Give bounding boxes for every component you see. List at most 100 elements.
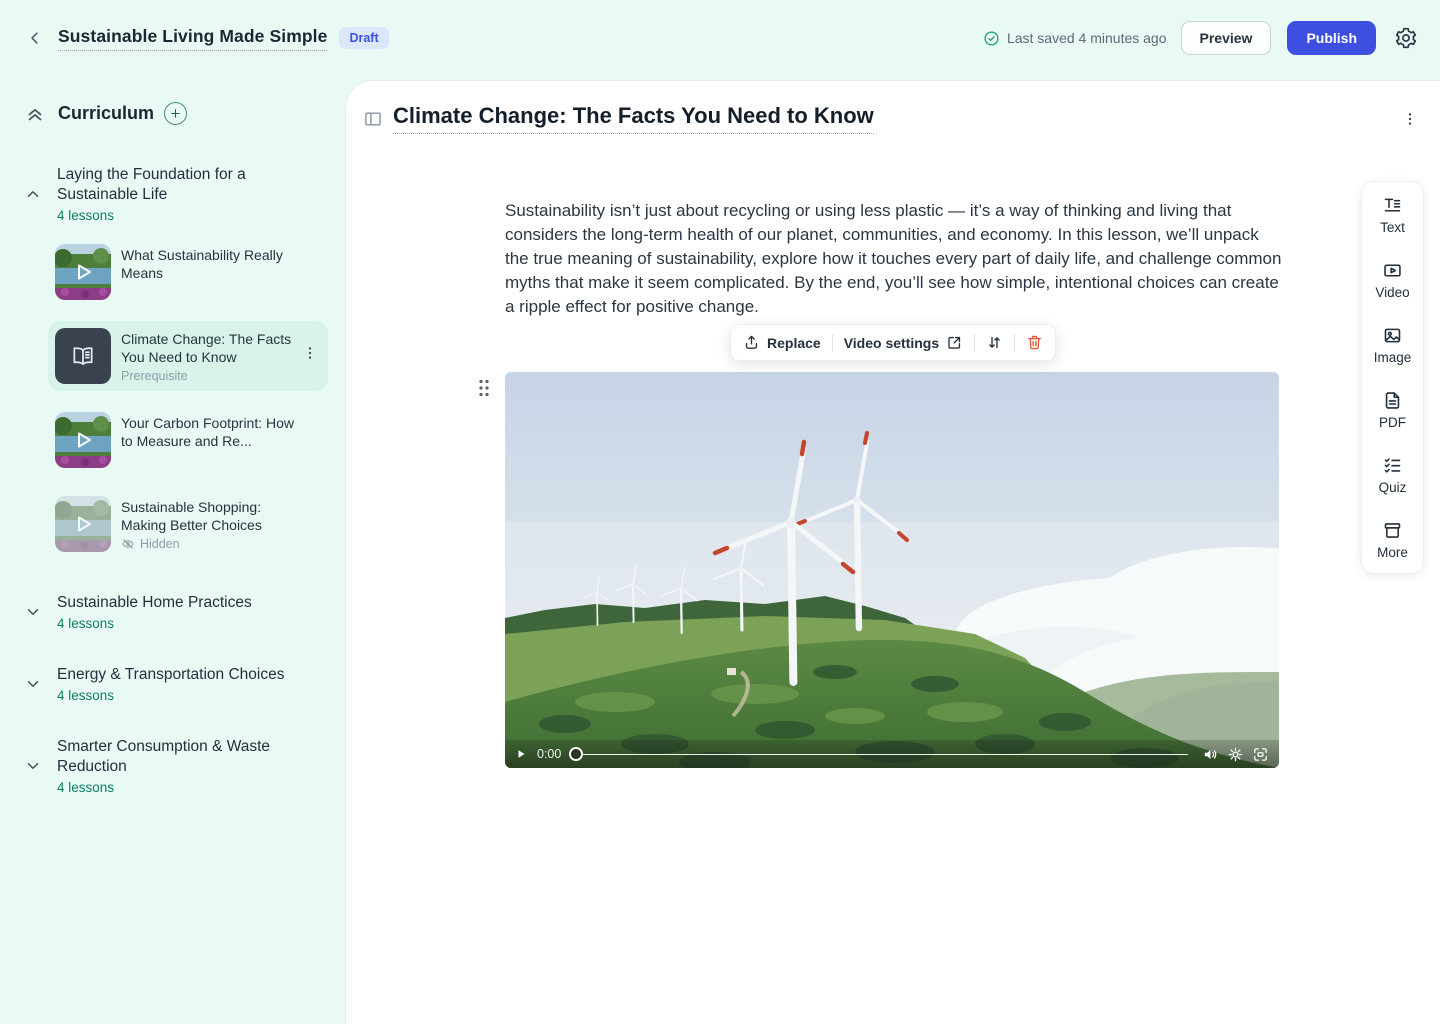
reorder-arrows-icon <box>986 334 1003 351</box>
lesson-menu-button[interactable] <box>302 345 318 361</box>
volume-button[interactable] <box>1202 746 1219 763</box>
play-icon <box>515 748 527 760</box>
lesson-reading-thumbnail <box>55 328 111 384</box>
section-header[interactable]: Sustainable Home Practices 4 lessons <box>0 593 345 631</box>
external-link-icon <box>946 334 963 351</box>
lesson-list: What Sustainability Really Means Climate… <box>0 237 345 559</box>
video-player[interactable]: 0:00 <box>505 372 1279 768</box>
section-title: Laying the Foundation for a Sustainable … <box>57 165 289 205</box>
save-status: Last saved 4 minutes ago <box>983 30 1167 47</box>
seek-bar[interactable] <box>569 747 1188 761</box>
lesson-subtitle: Prerequisite <box>121 369 299 383</box>
lesson-title: Sustainable Shopping: Making Better Choi… <box>121 498 299 534</box>
chevron-down-icon <box>24 603 42 621</box>
volume-icon <box>1202 746 1219 763</box>
play-button[interactable] <box>515 748 527 760</box>
lesson-video-thumbnail <box>55 412 111 468</box>
toolbar-divider <box>974 334 975 352</box>
move-block-button[interactable] <box>986 334 1003 351</box>
lesson-page-title[interactable]: Climate Change: The Facts You Need to Kn… <box>393 103 874 134</box>
publish-button[interactable]: Publish <box>1287 21 1376 55</box>
block-drag-handle[interactable] <box>477 378 491 398</box>
kebab-menu-icon <box>302 345 318 361</box>
curriculum-section: Laying the Foundation for a Sustainable … <box>0 165 345 559</box>
section-title: Sustainable Home Practices <box>57 593 289 613</box>
course-title[interactable]: Sustainable Living Made Simple <box>58 26 327 51</box>
grip-dots-icon <box>477 378 491 398</box>
lesson-title: What Sustainability Really Means <box>121 246 299 282</box>
lesson-text-block[interactable]: Sustainability isn’t just about recyclin… <box>505 199 1282 319</box>
image-icon <box>1382 325 1403 346</box>
lesson-title: Your Carbon Footprint: How to Measure an… <box>121 414 299 450</box>
check-circle-icon <box>983 30 1000 47</box>
eye-off-icon <box>121 537 135 551</box>
insert-video-button[interactable]: Video <box>1375 260 1409 300</box>
section-header[interactable]: Smarter Consumption & Waste Reduction 4 … <box>0 737 345 795</box>
settings-gear-button[interactable] <box>1394 26 1418 50</box>
lesson-video-thumbnail <box>55 496 111 552</box>
insert-text-button[interactable]: Text <box>1380 195 1405 235</box>
pdf-document-icon <box>1382 390 1403 411</box>
insert-more-button[interactable]: More <box>1377 520 1408 560</box>
lesson-hidden-status: Hidden <box>121 537 299 551</box>
save-status-text: Last saved 4 minutes ago <box>1007 30 1167 46</box>
preview-button[interactable]: Preview <box>1181 21 1272 55</box>
fullscreen-button[interactable] <box>1252 746 1269 763</box>
seek-knob[interactable] <box>569 747 583 761</box>
lesson-item-selected[interactable]: Climate Change: The Facts You Need to Kn… <box>48 321 328 391</box>
section-lesson-count: 4 lessons <box>57 780 289 795</box>
toggle-sidebar-button[interactable] <box>363 109 383 129</box>
top-header: Sustainable Living Made Simple Draft Las… <box>0 0 1440 76</box>
quiz-checklist-icon <box>1382 455 1403 476</box>
insert-image-label: Image <box>1374 350 1412 365</box>
chevron-up-icon <box>24 185 42 203</box>
replace-label: Replace <box>767 335 821 351</box>
video-control-bar: 0:00 <box>505 740 1279 768</box>
curriculum-sidebar: Curriculum Laying the Foundation for a S… <box>0 76 345 1024</box>
lesson-item-hidden[interactable]: Sustainable Shopping: Making Better Choi… <box>48 489 328 559</box>
video-block-toolbar: Replace Video settings <box>730 324 1056 361</box>
curriculum-title: Curriculum <box>58 103 154 124</box>
video-settings-button[interactable]: Video settings <box>844 334 963 351</box>
insert-pdf-button[interactable]: PDF <box>1379 390 1406 430</box>
lesson-options-button[interactable] <box>1402 111 1418 127</box>
play-icon <box>71 512 95 536</box>
insert-text-label: Text <box>1380 220 1405 235</box>
section-title: Energy & Transportation Choices <box>57 665 289 685</box>
video-icon <box>1382 260 1403 281</box>
section-lesson-count: 4 lessons <box>57 208 289 223</box>
curriculum-header: Curriculum <box>0 76 345 125</box>
play-icon <box>71 428 95 452</box>
seek-track <box>581 754 1188 756</box>
lesson-item[interactable]: Your Carbon Footprint: How to Measure an… <box>48 405 328 475</box>
insert-image-button[interactable]: Image <box>1374 325 1412 365</box>
kebab-menu-icon <box>1402 111 1418 127</box>
insert-video-label: Video <box>1375 285 1409 300</box>
toolbar-divider <box>1014 334 1015 352</box>
back-button[interactable] <box>22 25 48 51</box>
more-archive-icon <box>1382 520 1403 541</box>
lesson-item[interactable]: What Sustainability Really Means <box>48 237 328 307</box>
open-book-icon <box>70 343 96 369</box>
insert-quiz-button[interactable]: Quiz <box>1379 455 1407 495</box>
video-frame-wind-turbines <box>505 372 1279 768</box>
chevron-left-icon <box>26 29 44 47</box>
replace-video-button[interactable]: Replace <box>743 334 821 351</box>
lesson-video-thumbnail <box>55 244 111 300</box>
collapse-all-button[interactable] <box>24 103 46 125</box>
insert-quiz-label: Quiz <box>1379 480 1407 495</box>
player-gear-icon <box>1227 746 1244 763</box>
section-header[interactable]: Energy & Transportation Choices 4 lesson… <box>0 665 345 703</box>
lesson-title: Climate Change: The Facts You Need to Kn… <box>121 330 299 366</box>
status-badge: Draft <box>339 27 388 49</box>
delete-block-button[interactable] <box>1026 334 1043 351</box>
player-settings-button[interactable] <box>1227 746 1244 763</box>
add-section-button[interactable] <box>164 102 187 125</box>
section-title: Smarter Consumption & Waste Reduction <box>57 737 289 777</box>
trash-icon <box>1026 334 1043 351</box>
section-lesson-count: 4 lessons <box>57 616 289 631</box>
insert-block-toolbar: Text Video Image PDF Quiz More <box>1361 181 1424 574</box>
insert-pdf-label: PDF <box>1379 415 1406 430</box>
plus-icon <box>169 107 182 120</box>
section-header[interactable]: Laying the Foundation for a Sustainable … <box>0 165 345 223</box>
